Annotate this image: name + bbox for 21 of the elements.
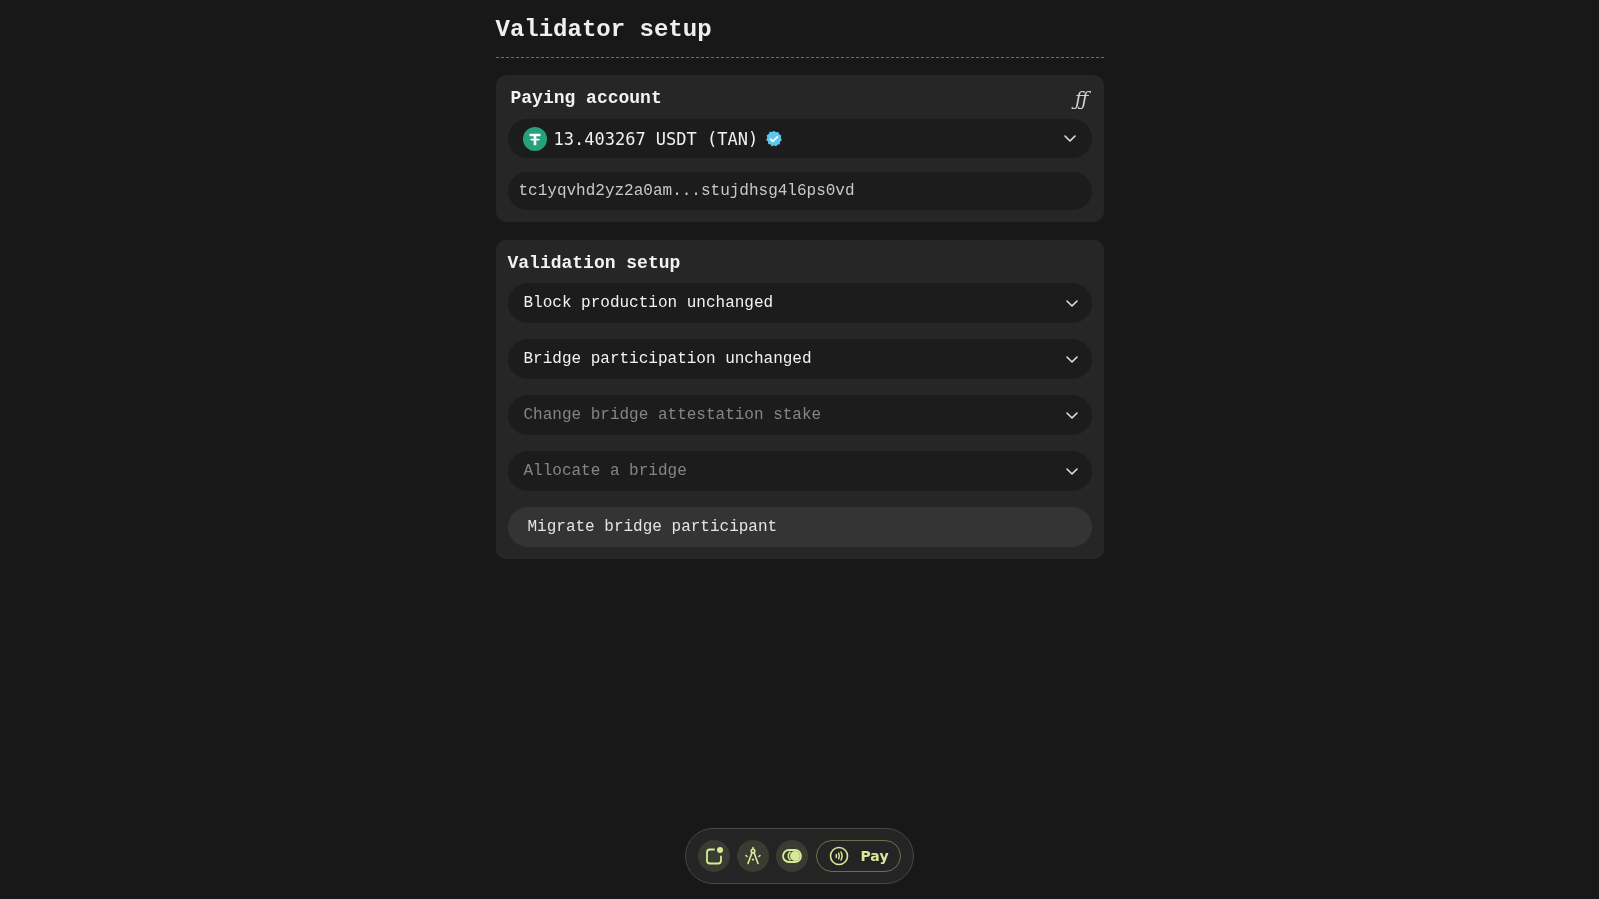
migrate-button[interactable]: Migrate bridge participant: [507, 507, 1092, 547]
chevron-down-icon: [1065, 299, 1078, 307]
address-field[interactable]: tc1yqvhd2yz2a0am...stujdhsg4l6ps0vd: [507, 172, 1092, 210]
drafting-compass-icon: [743, 846, 764, 866]
app-notification-icon: [704, 846, 725, 866]
toggle-button[interactable]: [776, 840, 809, 872]
chevron-down-icon: [1065, 467, 1078, 475]
page-title: Validator setup: [495, 16, 712, 44]
chevron-down-icon: [1065, 355, 1078, 363]
card-title: Validation setup: [507, 252, 681, 274]
option-select[interactable]: Bridge participation unchanged: [507, 339, 1092, 379]
tools-button[interactable]: [737, 840, 770, 872]
overlapping-circles-icon: [782, 849, 803, 863]
chevron-down-icon: [1063, 135, 1076, 142]
apps-button[interactable]: [698, 840, 731, 872]
card-title: Paying account: [510, 87, 662, 109]
tether-coin-icon: [522, 126, 547, 151]
contactless-icon: [829, 846, 850, 866]
account-select[interactable]: 13.403267 USDT (TAN): [507, 119, 1092, 158]
option-select[interactable]: Block production unchanged: [507, 283, 1092, 323]
chevron-down-icon: [1065, 411, 1078, 419]
